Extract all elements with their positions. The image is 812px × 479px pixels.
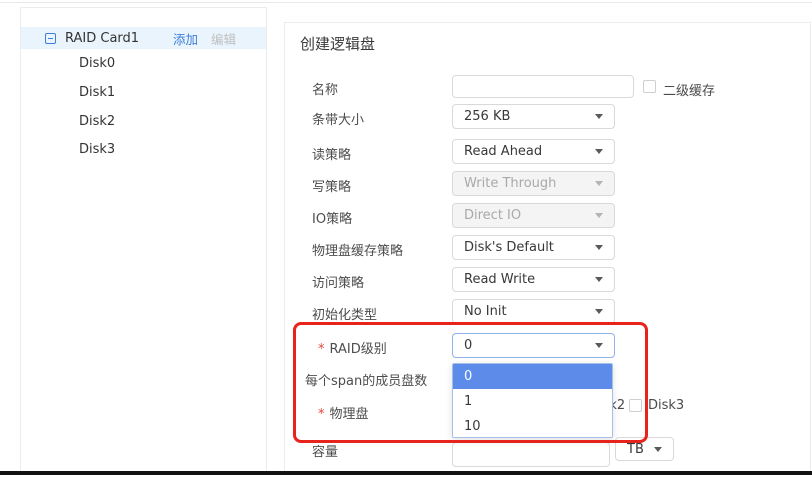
raid-option-0[interactable]: 0 [453,364,612,389]
chevron-down-icon [595,309,603,314]
raid-level-select[interactable]: 0 [452,333,615,358]
edit-link[interactable]: 编辑 [211,29,236,48]
init-type-label: 初始化类型 [312,304,377,323]
io-policy-select: Direct IO [452,203,615,228]
access-policy-label: 访问策略 [312,272,364,291]
chevron-down-icon [595,277,603,282]
write-policy-select: Write Through [452,171,615,196]
page-top-divider [0,2,812,3]
secondary-cache-label: 二级缓存 [663,80,715,99]
disk-cache-policy-select[interactable]: Disk's Default [452,235,615,260]
capacity-input[interactable] [452,442,610,467]
span-members-label: 每个span的成员盘数 [305,370,427,389]
read-policy-select[interactable]: Read Ahead [452,139,615,164]
chevron-down-icon [595,149,603,154]
raid-option-1[interactable]: 1 [453,389,612,414]
tree-node-disk3[interactable]: Disk3 [79,142,115,157]
chevron-down-icon [595,343,603,348]
disk3-checkbox[interactable] [629,399,642,412]
tree-node-disk0[interactable]: Disk0 [79,56,115,71]
collapse-minus-icon[interactable] [45,33,56,44]
tree-node-disk1[interactable]: Disk1 [79,85,115,100]
raid-option-10[interactable]: 10 [453,414,612,438]
page-bottom-border [0,471,812,475]
write-policy-label: 写策略 [312,176,351,195]
access-policy-select[interactable]: Read Write [452,267,615,292]
physical-disks-label: *物理盘 [318,403,369,422]
add-link[interactable]: 添加 [173,29,198,48]
chevron-down-icon [595,213,603,218]
name-input[interactable] [452,75,634,98]
disk3-option[interactable]: Disk3 [629,398,684,413]
capacity-label: 容量 [312,441,338,460]
chevron-down-icon [595,114,603,119]
stripe-size-select[interactable]: 256 KB [452,104,615,129]
init-type-select[interactable]: No Init [452,299,615,324]
raid-tree-panel: RAID Card1 添加 编辑 Disk0 Disk1 Disk2 Disk3 [20,7,267,471]
required-asterisk: * [318,407,325,422]
disk-cache-policy-label: 物理盘缓存策略 [312,240,403,259]
tree-node-label: RAID Card1 [65,31,139,46]
page-title: 创建逻辑盘 [300,33,375,54]
tree-node-raid-card[interactable]: RAID Card1 添加 编辑 [21,27,266,49]
name-label: 名称 [312,79,338,98]
read-policy-label: 读策略 [312,144,351,163]
secondary-cache-checkbox[interactable] [643,80,656,93]
chevron-down-icon [595,181,603,186]
capacity-unit-select[interactable]: TB [615,437,674,461]
io-policy-label: IO策略 [312,208,352,227]
tree-node-disk2[interactable]: Disk2 [79,114,115,129]
required-asterisk: * [318,342,325,357]
raid-level-dropdown: 0 1 10 [452,363,613,438]
chevron-down-icon [595,245,603,250]
stripe-size-label: 条带大小 [312,109,364,128]
raid-level-label: *RAID级别 [318,338,387,357]
chevron-down-icon [654,447,662,452]
